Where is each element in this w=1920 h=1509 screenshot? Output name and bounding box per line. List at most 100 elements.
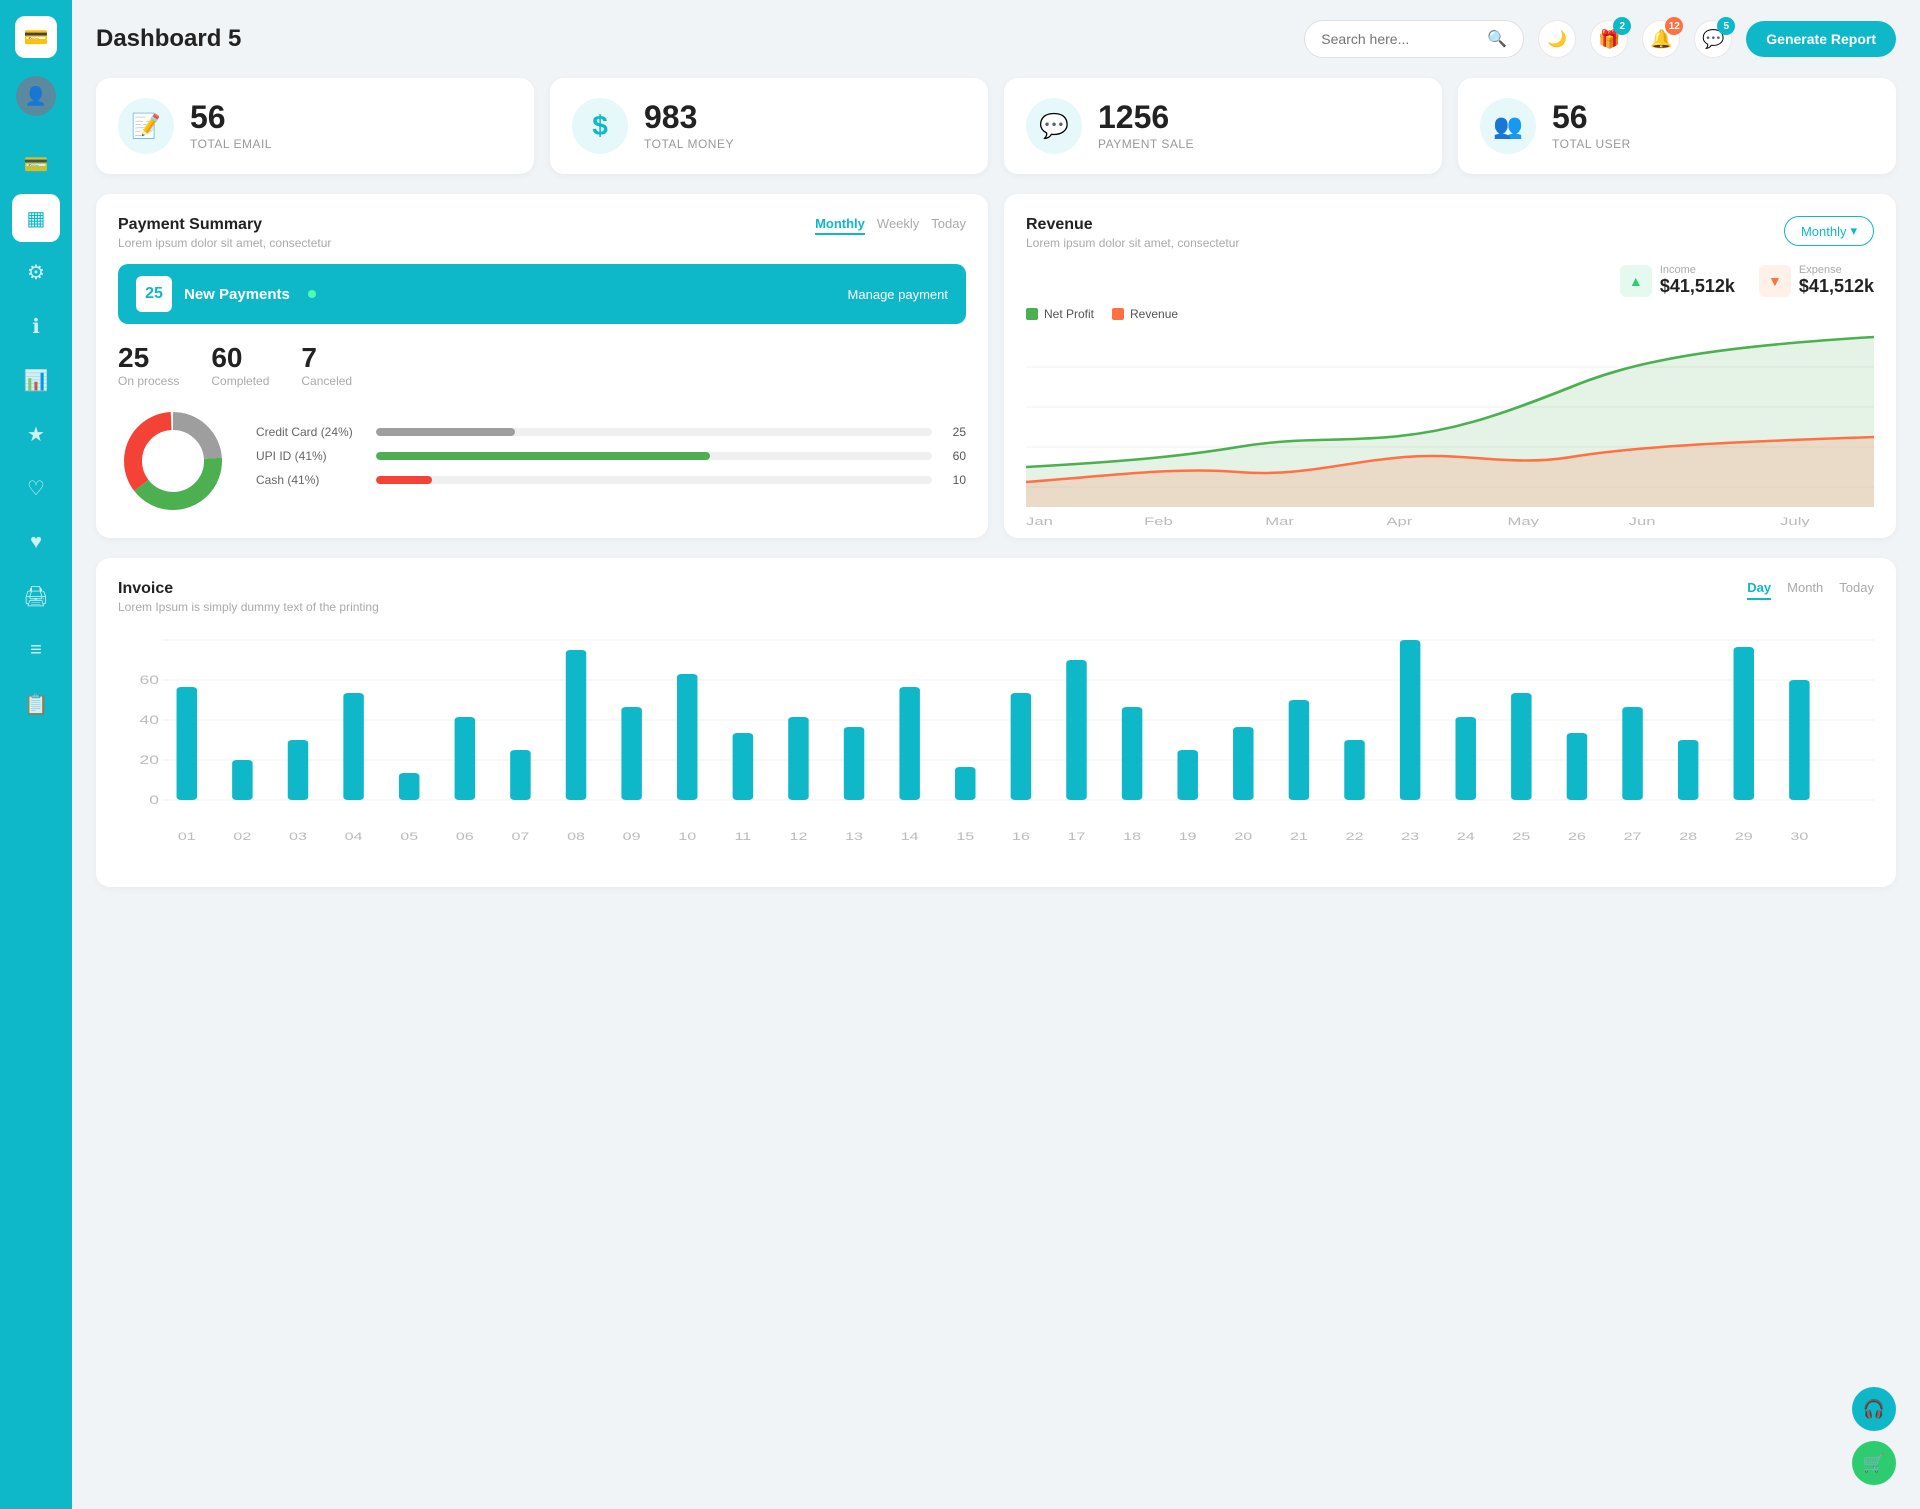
bar-16 (1011, 693, 1031, 800)
revenue-dropdown[interactable]: Monthly ▾ (1784, 216, 1874, 246)
bar-track-cash (376, 476, 932, 484)
bar-05 (399, 773, 419, 800)
stat-email-label: TOTAL EMAIL (190, 137, 272, 151)
legend-revenue-label: Revenue (1130, 307, 1178, 321)
svg-text:July: July (1780, 515, 1811, 527)
sidebar-item-chart[interactable]: 📊 (12, 356, 60, 404)
expense-value: $41,512k (1799, 276, 1874, 297)
svg-text:24: 24 (1457, 830, 1475, 842)
sidebar-item-settings[interactable]: ⚙ (12, 248, 60, 296)
bar-06 (455, 717, 475, 800)
bar-12 (788, 717, 808, 800)
payment-summary-subtitle: Lorem ipsum dolor sit amet, consectetur (118, 236, 331, 250)
income-icon: ▲ (1620, 265, 1652, 297)
sidebar-item-star[interactable]: ★ (12, 410, 60, 458)
bar-07 (510, 750, 530, 800)
bell-icon-button[interactable]: 🔔 12 (1642, 20, 1680, 58)
tab-today[interactable]: Today (931, 216, 966, 235)
bar-11 (733, 733, 753, 800)
revenue-dropdown-label: Monthly (1801, 224, 1847, 239)
bar-fill-creditcard (376, 428, 515, 436)
gift-icon-button[interactable]: 🎁 2 (1590, 20, 1628, 58)
svg-text:15: 15 (956, 830, 974, 842)
sidebar-item-list[interactable]: ≡ (12, 626, 60, 674)
svg-text:Apr: Apr (1386, 515, 1412, 527)
tab-weekly[interactable]: Weekly (877, 216, 919, 235)
bar-fill-cash (376, 476, 432, 484)
legend-netprofit: Net Profit (1026, 307, 1094, 321)
sidebar-item-info[interactable]: ℹ (12, 302, 60, 350)
svg-text:13: 13 (845, 830, 863, 842)
search-box[interactable]: 🔍 (1304, 20, 1524, 58)
sidebar-logo[interactable]: 💳 (15, 16, 57, 58)
bar-18 (1122, 707, 1142, 800)
revenue-legend: Net Profit Revenue (1026, 307, 1874, 321)
bar-24 (1455, 717, 1475, 800)
svg-text:07: 07 (511, 830, 529, 842)
sidebar-item-heart-outline[interactable]: ♡ (12, 464, 60, 512)
sidebar-item-dashboard[interactable]: ▦ (12, 194, 60, 242)
sidebar-nav: 💳 ▦ ⚙ ℹ 📊 ★ ♡ ♥ 🖨 ≡ 📋 (0, 140, 72, 728)
revenue-panel: Revenue Lorem ipsum dolor sit amet, cons… (1004, 194, 1896, 538)
stat-payment-sale-value: 1256 (1098, 101, 1194, 133)
sidebar-item-print[interactable]: 🖨 (12, 572, 60, 620)
sidebar-item-doc[interactable]: 📋 (12, 680, 60, 728)
invoice-tab-day[interactable]: Day (1747, 580, 1771, 600)
cart-float-button[interactable]: 🛒 (1852, 1441, 1896, 1485)
svg-text:14: 14 (901, 830, 919, 842)
bar-count-cash: 10 (942, 473, 966, 487)
income-stat: ▲ Income $41,512k (1620, 264, 1735, 297)
email-icon: 📝 (118, 98, 174, 154)
payment-summary-header: Payment Summary Lorem ipsum dolor sit am… (118, 216, 966, 250)
bar-25 (1511, 693, 1531, 800)
revenue-stats: ▲ Income $41,512k ▼ Expense $41,512k (1026, 264, 1874, 297)
stat-card-money: $ 983 TOTAL MONEY (550, 78, 988, 174)
header: Dashboard 5 🔍 🌙 🎁 2 🔔 12 💬 5 Generate Re… (96, 20, 1896, 58)
svg-text:17: 17 (1068, 830, 1086, 842)
bar-label-cash: Cash (41%) (256, 473, 366, 487)
svg-text:Mar: Mar (1265, 515, 1294, 527)
bar-count-upi: 60 (942, 449, 966, 463)
revenue-title: Revenue (1026, 216, 1239, 234)
svg-text:09: 09 (623, 830, 641, 842)
revenue-chart: Jan Feb Mar Apr May Jun July 0 30 60 90 … (1026, 327, 1874, 507)
income-value: $41,512k (1660, 276, 1735, 297)
payment-tabs: Monthly Weekly Today (815, 216, 966, 235)
expense-label: Expense (1799, 264, 1874, 276)
stat-user-value: 56 (1552, 101, 1631, 133)
user-avatar[interactable]: 👤 (16, 76, 56, 116)
sidebar-item-heart[interactable]: ♥ (12, 518, 60, 566)
tab-monthly[interactable]: Monthly (815, 216, 865, 235)
floating-buttons: 🎧 🛒 (1852, 1387, 1896, 1485)
theme-toggle-button[interactable]: 🌙 (1538, 20, 1576, 58)
bar-count-creditcard: 25 (942, 425, 966, 439)
sidebar: 💳 👤 💳 ▦ ⚙ ℹ 📊 ★ ♡ ♥ 🖨 ≡ 📋 (0, 0, 72, 1509)
donut-chart (118, 406, 228, 516)
support-float-button[interactable]: 🎧 (1852, 1387, 1896, 1431)
search-input[interactable] (1321, 31, 1479, 47)
search-icon[interactable]: 🔍 (1487, 29, 1507, 49)
sidebar-item-wallet[interactable]: 💳 (12, 140, 60, 188)
invoice-tab-month[interactable]: Month (1787, 580, 1823, 600)
stat-completed-label: Completed (211, 374, 269, 388)
bar-29 (1734, 647, 1754, 800)
stat-card-email: 📝 56 TOTAL EMAIL (96, 78, 534, 174)
bar-fill-upi (376, 452, 710, 460)
bell-badge: 12 (1665, 17, 1683, 35)
chat-icon-button[interactable]: 💬 5 (1694, 20, 1732, 58)
main-content: Dashboard 5 🔍 🌙 🎁 2 🔔 12 💬 5 Generate Re… (72, 0, 1920, 1509)
generate-report-button[interactable]: Generate Report (1746, 21, 1896, 57)
manage-payment-link[interactable]: Manage payment (848, 287, 948, 302)
donut-svg (118, 406, 228, 516)
invoice-tab-today[interactable]: Today (1839, 580, 1874, 600)
gift-badge: 2 (1613, 17, 1631, 35)
svg-text:29: 29 (1735, 830, 1753, 842)
svg-text:03: 03 (289, 830, 307, 842)
svg-text:27: 27 (1624, 830, 1642, 842)
panels-grid: Payment Summary Lorem ipsum dolor sit am… (96, 194, 1896, 538)
bar-19 (1177, 750, 1197, 800)
revenue-header: Revenue Lorem ipsum dolor sit amet, cons… (1026, 216, 1874, 250)
svg-text:40: 40 (139, 714, 159, 728)
bar-row-cash: Cash (41%) 10 (256, 473, 966, 487)
svg-text:0: 0 (149, 794, 159, 808)
